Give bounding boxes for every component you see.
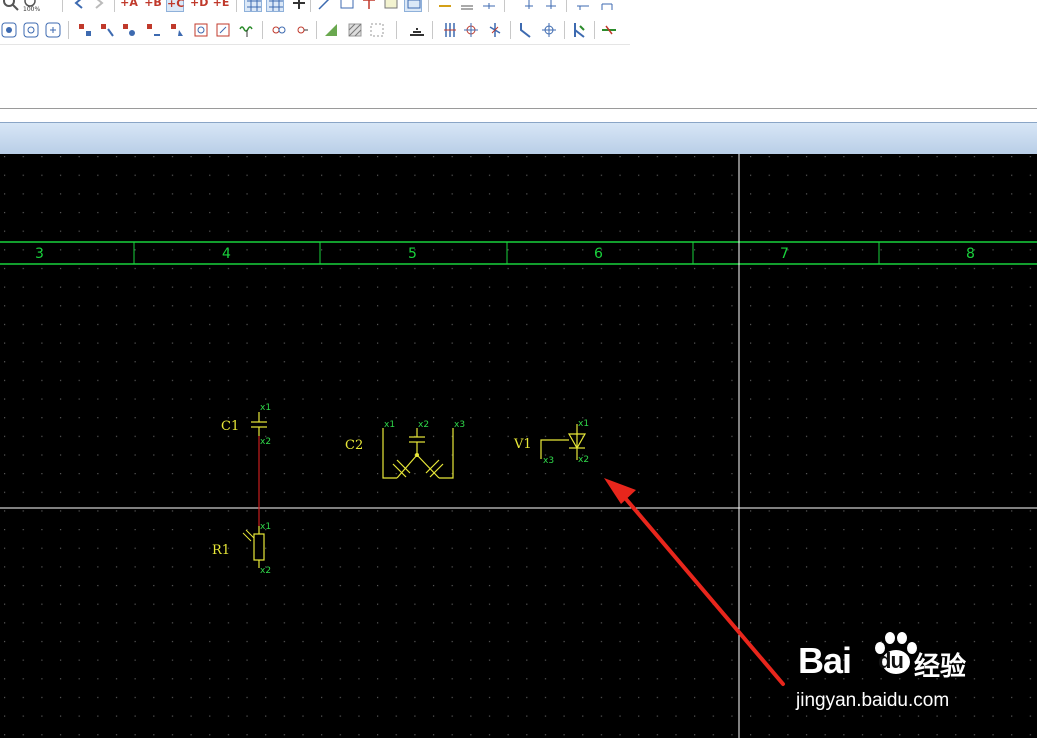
angle-2-icon[interactable] [540,21,558,39]
bridge-1-icon[interactable] [570,21,588,39]
macro-3-icon[interactable] [480,0,498,12]
svg-text:100%: 100% [23,6,40,12]
insert-rect-icon[interactable] [338,0,356,12]
connector-6-icon[interactable] [192,21,210,39]
insert-b-button[interactable]: +B [144,0,162,12]
c2-pin-x2: x2 [418,420,429,430]
insert-wire-icon[interactable] [316,0,334,12]
cable-3-icon[interactable] [486,21,504,39]
macro-1-icon[interactable] [436,0,454,12]
v1-label: V1 [513,437,532,452]
column-label-7: 7 [780,246,789,262]
move-2-icon[interactable] [542,0,560,12]
c2-label: C2 [345,438,363,453]
c1-pin-x1: x1 [260,403,271,413]
insert-c-button[interactable]: +C [166,0,184,12]
macro-2-icon[interactable] [458,0,476,12]
connector-7-icon[interactable] [214,21,232,39]
v1-pin-x3: x3 [543,456,554,466]
connector-1-icon[interactable] [76,21,94,39]
c2-pin-x1: x1 [384,420,395,430]
terminal-2-icon[interactable] [292,21,310,39]
column-label-6: 6 [594,246,603,262]
c1-label: C1 [221,419,239,434]
insert-e-button[interactable]: +E [212,0,230,12]
schematic-canvas[interactable]: 3 4 5 6 7 8 C1 x1 x2 R1 x1 x2 C2 x1 x2 x… [0,154,1037,738]
c2-pin-x3: x3 [454,420,465,430]
place-2-icon[interactable] [598,0,616,12]
r1-pin-x1: x1 [260,522,271,532]
insert-node-icon[interactable] [290,0,308,12]
angle-1-icon[interactable] [516,21,534,39]
wire-break-icon[interactable] [600,21,618,39]
grid-snap-2-icon[interactable] [266,0,284,12]
watermark-brand: Bai [798,640,852,681]
panel-divider [0,108,1037,109]
connector-4-icon[interactable] [144,21,162,39]
cable-1-icon[interactable] [440,21,458,39]
fill-none-icon[interactable] [368,21,386,39]
c1-pin-x2: x2 [260,437,271,447]
undo-icon[interactable] [70,0,88,12]
column-label-5: 5 [408,246,417,262]
watermark-cn: 经验 [914,652,967,682]
watermark-brand-du: du [878,648,904,673]
device-select-icon[interactable] [0,21,18,39]
insert-graphic-icon[interactable] [408,21,426,39]
place-1-icon[interactable] [574,0,592,12]
column-label-4: 4 [222,246,231,262]
spring-icon[interactable] [238,21,256,39]
select-frame-icon[interactable] [404,0,422,12]
insert-picture-icon[interactable] [382,0,400,12]
baidu-watermark: Bai du 经验 jingyan.baidu.com [790,628,1037,738]
connector-5-icon[interactable] [168,21,186,39]
fill-hatch-icon[interactable] [346,21,364,39]
v1-pin-x2: x2 [578,455,589,465]
toolbar: 100% +A +B +C +D +E [0,0,1037,112]
r1-label: R1 [212,543,230,558]
fill-solid-icon[interactable] [322,21,340,39]
connector-2-icon[interactable] [98,21,116,39]
device-props-icon[interactable] [22,21,40,39]
cable-2-icon[interactable] [462,21,480,39]
insert-a-button[interactable]: +A [120,0,138,12]
zoom-100-icon[interactable]: 100% [22,0,40,13]
column-label-8: 8 [966,246,975,262]
insert-text-icon[interactable] [360,0,378,12]
move-1-icon[interactable] [520,0,538,12]
connector-3-icon[interactable] [120,21,138,39]
grid-snap-icon[interactable] [244,0,262,12]
redo-icon[interactable] [90,0,108,12]
watermark-url: jingyan.baidu.com [796,690,950,711]
v1-pin-x1: x1 [578,419,589,429]
zoom-in-icon[interactable] [2,0,20,12]
device-replace-icon[interactable] [44,21,62,39]
insert-d-button[interactable]: +D [190,0,208,12]
terminal-1-icon[interactable] [270,21,288,39]
document-window-titlebar[interactable] [0,122,1037,154]
column-label-3: 3 [35,246,44,262]
r1-pin-x2: x2 [260,566,271,576]
